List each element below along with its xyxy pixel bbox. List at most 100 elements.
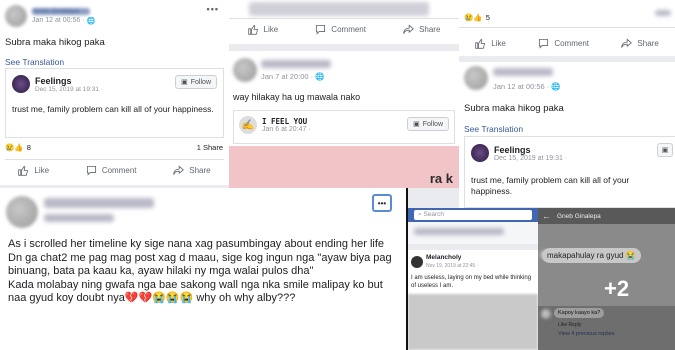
follow-button[interactable]: ▣ Follow <box>175 75 217 89</box>
chat-body: makapahulay ra gyud 😭 +2 <box>538 224 675 306</box>
shared-text: trust me, family problem can kill all of… <box>12 104 214 114</box>
feed-gap <box>229 44 459 51</box>
avatar[interactable] <box>464 66 488 90</box>
post-time[interactable]: Jan 12 at 00:56 · 🌐 <box>32 17 95 25</box>
avatar[interactable] <box>233 58 257 82</box>
page-avatar[interactable] <box>12 75 30 93</box>
follow-button[interactable]: ▣ Follow <box>407 117 449 131</box>
post-panel-3: 😢 👍 5 Like Comment Share Jan 12 at 00:56 ·… <box>459 0 675 208</box>
page-name[interactable]: Melancholy <box>426 254 461 261</box>
feed-gap <box>459 56 675 62</box>
post-text: I am useless, laying on my bed while thi… <box>411 275 532 289</box>
see-translation-link[interactable]: See Translation <box>5 57 64 67</box>
share-button[interactable]: Share <box>403 24 440 35</box>
like-button[interactable]: Like <box>475 38 506 49</box>
shared-page-name[interactable]: Feelings <box>494 145 567 155</box>
share-icon <box>403 24 415 34</box>
post-text: Subra maka hikog paka <box>5 37 105 48</box>
reactions-summary[interactable]: 😢 👍 8 <box>5 143 31 152</box>
post-panel-2: Like Comment Share Jan 7 at 20:00 · 🌐 way… <box>229 0 459 188</box>
blurred-author[interactable] <box>261 60 331 68</box>
comment-icon <box>539 38 549 49</box>
page-avatar[interactable] <box>471 144 489 162</box>
share-icon <box>173 165 185 175</box>
reply-actions[interactable]: Like Reply <box>558 322 581 328</box>
more-options-button[interactable]: ••• <box>207 4 219 14</box>
more-photos-overlay[interactable]: +2 <box>604 276 629 302</box>
divider <box>229 18 459 19</box>
post-body: As i scrolled her timeline ky sige nana … <box>8 238 393 306</box>
post-image[interactable] <box>408 294 538 350</box>
replies-area: Kapoy kaayo ka? Like Reply View 4 previo… <box>538 306 675 350</box>
shared-page-name[interactable]: Feelings <box>35 76 103 86</box>
blurred-author[interactable] <box>44 198 154 208</box>
blurred-bar <box>408 222 538 244</box>
post-panel-4: ••• As i scrolled her timeline ky sige n… <box>0 188 408 350</box>
post-author[interactable]: Gneb Ginalepa <box>32 7 90 15</box>
sad-reaction-icon: 😢 <box>464 13 474 22</box>
like-button[interactable]: Like <box>18 165 49 176</box>
share-count[interactable]: 1 Share <box>197 143 223 152</box>
post-line: Dn ga chat2 me pag mag post xag d maau, … <box>8 251 392 278</box>
shared-post[interactable]: Feelings Dec 15, 2019 at 19:31 · ▣ Follow… <box>5 68 224 138</box>
comment-button[interactable]: Comment <box>86 165 137 176</box>
post-panel-1: Gneb Ginalepa Jan 12 at 00:56 · 🌐 ••• Sub… <box>0 0 229 185</box>
blurred-author[interactable] <box>493 68 553 76</box>
avatar <box>541 309 551 319</box>
message-bubble[interactable]: makapahulay ra gyud 😭 <box>542 248 641 263</box>
page-avatar[interactable] <box>411 256 423 268</box>
see-translation-link[interactable]: See Translation <box>464 124 523 134</box>
globe-icon: 🌐 <box>551 82 561 91</box>
avatar[interactable] <box>6 196 38 228</box>
shared-time[interactable]: Dec 15, 2019 at 19:31 · <box>35 86 103 93</box>
comment-button[interactable]: Comment <box>315 24 366 35</box>
mobile-header: ⌕ Search <box>408 208 538 222</box>
reactions-summary[interactable]: 😢 👍 5 <box>464 13 490 22</box>
follow-icon: ▣ <box>413 121 420 128</box>
blurred-count <box>655 10 673 20</box>
post-text: way hilakay ha ug mawala nako <box>233 92 361 102</box>
follow-icon: ▣ <box>181 79 188 86</box>
follow-button[interactable]: ▣ <box>657 143 673 157</box>
like-button[interactable]: Like <box>247 24 278 35</box>
chat-panel: ← Gneb Ginalepa makapahulay ra gyud 😭 +2… <box>538 208 675 350</box>
share-button[interactable]: Share <box>621 38 659 49</box>
shared-text: trust me, family problem can kill all of… <box>471 175 630 196</box>
chat-header: ← Gneb Ginalepa <box>538 208 675 224</box>
page-avatar[interactable]: ✍ <box>239 116 257 134</box>
avatar[interactable] <box>5 5 27 27</box>
like-icon <box>475 38 486 49</box>
shared-time[interactable]: Jan 6 at 20:47 · <box>262 126 311 133</box>
post-time[interactable]: Jan 12 at 00:56 · 🌐 <box>493 82 561 91</box>
search-input[interactable]: ⌕ Search <box>414 210 532 220</box>
feed-gap <box>408 244 538 250</box>
divider <box>5 159 224 160</box>
post-time[interactable]: Jan 7 at 20:00 · 🌐 <box>261 72 324 81</box>
mobile-post-panel: ⌕ Search Melancholy Nov 19, 2019 at 22:4… <box>408 208 538 350</box>
blurred-time[interactable] <box>44 214 114 222</box>
globe-icon: 🌐 <box>315 72 325 81</box>
more-options-button[interactable]: ••• <box>372 194 392 212</box>
post-header: Gneb Ginalepa Jan 12 at 00:56 · 🌐 <box>5 5 95 27</box>
shared-post[interactable]: ✍ I FEEL YOU Jan 6 at 20:47 · ▣ Follow <box>233 110 455 144</box>
share-icon <box>621 38 633 48</box>
comment-icon <box>316 24 326 35</box>
shared-page-name[interactable]: I FEEL YOU <box>262 117 311 126</box>
sad-reaction-icon: 😢 <box>5 143 15 152</box>
blurred-header <box>249 2 429 16</box>
like-reaction-icon: 👍 <box>473 13 483 22</box>
view-replies-link[interactable]: View 4 previous replies <box>558 331 614 337</box>
like-icon <box>18 165 29 176</box>
comment-button[interactable]: Comment <box>538 38 589 49</box>
post-line: As i scrolled her timeline ky sige nana … <box>8 238 385 250</box>
share-button[interactable]: Share <box>173 165 211 176</box>
shared-time[interactable]: Dec 15, 2019 at 19:31 · <box>494 155 567 162</box>
shared-image[interactable]: ra k <box>229 146 459 188</box>
divider <box>459 27 675 28</box>
post-time[interactable]: Nov 19, 2019 at 22:45 · <box>426 263 478 269</box>
reply-bubble[interactable]: Kapoy kaayo ka? <box>554 308 605 318</box>
shared-post[interactable]: Feelings Dec 15, 2019 at 19:31 · ▣ trust… <box>464 136 675 208</box>
globe-icon: 🌐 <box>86 17 96 25</box>
back-arrow-icon[interactable]: ← <box>542 211 551 221</box>
search-icon: ⌕ <box>418 211 422 218</box>
